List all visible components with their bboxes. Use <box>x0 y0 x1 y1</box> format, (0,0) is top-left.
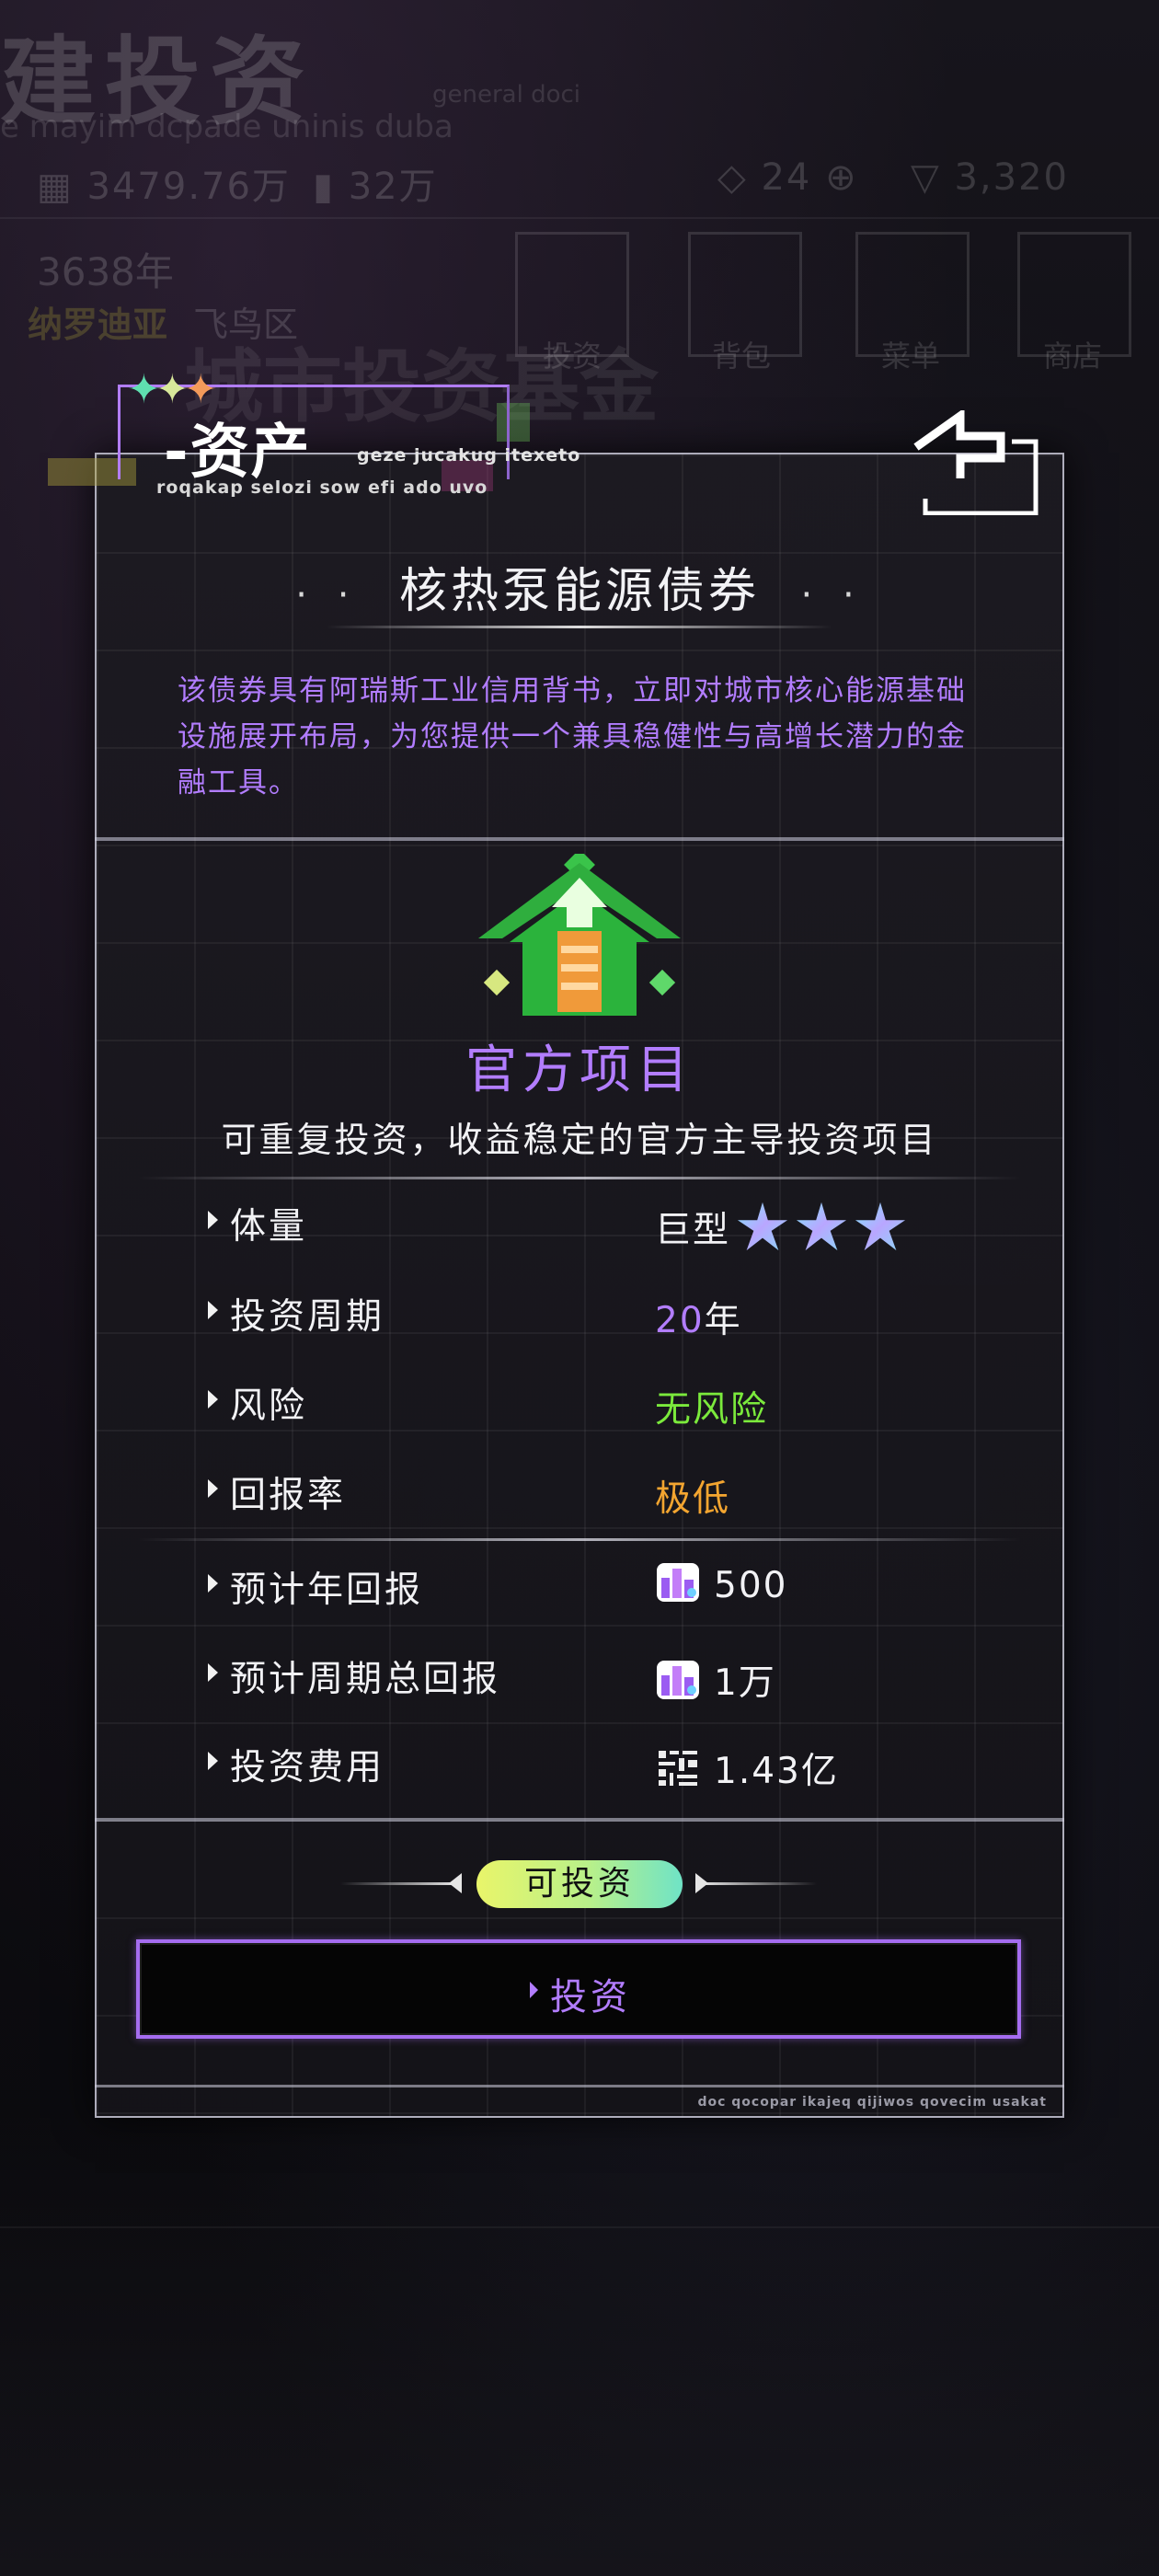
title-underline <box>327 626 832 628</box>
back-arrow-icon <box>913 408 1039 516</box>
cost-amount: 1.43亿 <box>714 1751 839 1792</box>
return-rate-label: 回报率 <box>230 1475 347 1516</box>
bullet-arrow-icon <box>208 1301 218 1319</box>
stat-row-total-return: 预计周期总回报 1万 <box>208 1650 981 1706</box>
total-return-label: 预计周期总回报 <box>230 1659 501 1700</box>
cost-label: 投资费用 <box>230 1747 385 1788</box>
project-type: 官方项目 <box>465 1041 694 1100</box>
bg-menu-shop: 商店 <box>1043 339 1103 374</box>
building-points-icon <box>657 1562 699 1602</box>
bullet-arrow-icon <box>208 1390 218 1409</box>
volume-value: 巨型 <box>655 1202 907 1259</box>
period-unit: 年 <box>704 1300 742 1341</box>
invest-button[interactable]: 投资 <box>136 1939 1021 2039</box>
bg-subtitle: e mayim dcpade uninis duba <box>0 109 453 145</box>
total-return-value: 1万 <box>655 1654 776 1707</box>
title-dots-right: · · <box>800 574 864 616</box>
status-badge: 可投资 <box>476 1860 683 1908</box>
footer-divider <box>95 2085 1064 2087</box>
cost-value: 1.43亿 <box>655 1742 839 1795</box>
volume-text: 巨型 <box>655 1210 731 1251</box>
status-line-left <box>340 1882 456 1885</box>
bond-description: 该债券具有阿瑞斯工业信用背书，立即对城市核心能源基础设施展开布局，为您提供一个兼… <box>178 674 967 799</box>
bond-title-row: · · 核热泵能源债券 · · <box>0 552 1159 621</box>
annual-return-label: 预计年回报 <box>230 1570 424 1611</box>
star-icon <box>796 1202 847 1250</box>
footer-caption: doc qocopar ikajeq qijiwos qovecim usaka… <box>697 2095 1047 2110</box>
stat-row-volume: 体量 巨型 <box>208 1198 981 1253</box>
stat-row-risk: 风险 无风险 <box>208 1377 981 1432</box>
stat-row-annual-return: 预计年回报 500 <box>208 1561 981 1616</box>
bg-year: 3638年 <box>37 249 174 294</box>
status-arrow-left-icon <box>449 1873 462 1893</box>
bg-gems-counter: ◇ 24 ⊕ <box>717 156 858 199</box>
bg-city: 纳罗迪亚 <box>28 305 168 345</box>
annual-return-value: 500 <box>655 1562 788 1609</box>
header-subtitle: geze jucakug itexeto <box>357 445 581 466</box>
back-button[interactable] <box>911 408 1039 516</box>
star-icon: ✦ <box>127 366 161 413</box>
star-icon <box>855 1202 906 1250</box>
bg-money-counter: ▦ 3479.76万 <box>37 166 291 208</box>
bg-energy-counter: ▽ 3,320 <box>911 156 1069 199</box>
period-label: 投资周期 <box>230 1296 385 1338</box>
risk-label: 风险 <box>230 1386 308 1427</box>
project-description: 可重复投资，收益稳定的官方主导投资项目 <box>221 1120 938 1160</box>
bg-bottom-shade <box>0 2116 1159 2576</box>
bullet-arrow-icon <box>208 1663 218 1682</box>
volume-label: 体量 <box>230 1206 308 1248</box>
stat-row-cost: 投资费用 1.43亿 <box>208 1739 981 1794</box>
rule-divider <box>138 1538 1021 1541</box>
stat-row-return-rate: 回报率 极低 <box>208 1466 981 1522</box>
bullet-arrow-icon <box>208 1574 218 1593</box>
bullet-arrow-icon <box>208 1752 218 1770</box>
section-divider <box>95 837 1064 841</box>
building-points-icon <box>657 1660 699 1699</box>
period-value: 20年 <box>655 1292 742 1343</box>
investable-status: 可投资 <box>0 1860 1159 1908</box>
bullet-arrow-icon <box>208 1479 218 1498</box>
bg-general-doc: general doci <box>432 81 581 109</box>
official-project-icon <box>478 854 681 1016</box>
invest-button-label: 投资 <box>550 1976 631 2018</box>
bg-divider <box>0 217 1159 219</box>
money-icon <box>659 1750 697 1786</box>
stat-row-period: 投资周期 20年 <box>208 1288 981 1343</box>
return-rate-value: 极低 <box>655 1478 731 1520</box>
annual-return-amount: 500 <box>714 1565 788 1606</box>
bond-title: 核热泵能源债券 <box>398 564 760 619</box>
section-divider <box>95 1818 1064 1822</box>
risk-value: 无风险 <box>655 1389 769 1431</box>
title-dots-left: · · <box>295 574 359 616</box>
bullet-arrow-icon <box>208 1211 218 1229</box>
star-icon <box>737 1202 788 1250</box>
period-number: 20 <box>655 1300 705 1341</box>
total-return-amount: 1万 <box>714 1662 776 1704</box>
bg-points-counter: ▮ 32万 <box>313 166 438 208</box>
status-line-right <box>701 1882 817 1885</box>
bullet-arrow-icon <box>530 1982 538 1998</box>
header-subtitle-secondary: roqakap selozi sow efi ado uvo <box>156 477 488 498</box>
rule-divider <box>138 1177 1021 1179</box>
bg-menu-bag: 背包 <box>712 339 772 374</box>
bg-menu-menu: 菜单 <box>881 339 941 374</box>
